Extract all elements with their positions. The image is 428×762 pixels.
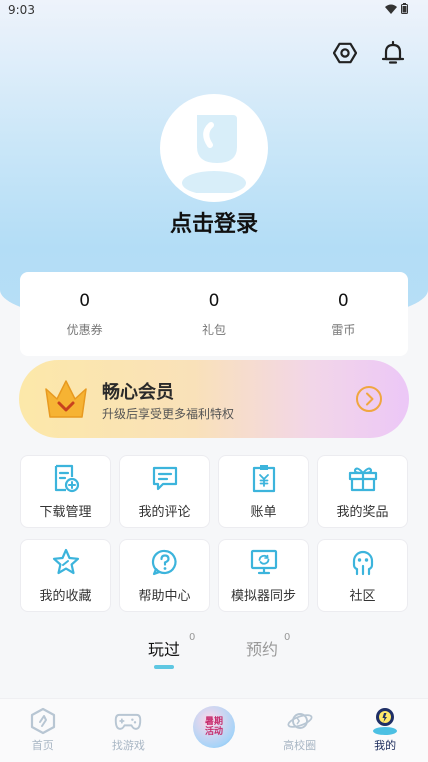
nav-label: 我的 xyxy=(374,739,397,752)
stat-value: 0 xyxy=(208,290,220,311)
comment-icon xyxy=(152,466,177,491)
menu-help-center[interactable]: 帮助中心 xyxy=(119,539,210,612)
battery-icon xyxy=(401,3,408,14)
menu-label: 账单 xyxy=(250,505,277,520)
stat-gift-packs[interactable]: 0 礼包 xyxy=(149,272,278,356)
stat-label: 雷币 xyxy=(331,322,356,337)
settings-button[interactable] xyxy=(330,38,360,68)
nav-mine[interactable]: 我的 xyxy=(342,699,428,762)
nav-label: 找游戏 xyxy=(111,739,145,752)
home-icon xyxy=(30,707,55,735)
menu-label: 模拟器同步 xyxy=(230,589,296,604)
stat-label: 优惠券 xyxy=(66,322,103,337)
event-badge-icon: 暑期 活动 xyxy=(192,706,235,748)
wifi-icon xyxy=(385,4,397,14)
menu-emulator-sync[interactable]: 模拟器同步 xyxy=(218,539,309,612)
stat-label: 礼包 xyxy=(201,322,226,337)
tab-label: 预约 xyxy=(246,640,279,659)
bell-icon xyxy=(381,40,405,64)
history-tabs: 玩过 0 预约 0 xyxy=(0,632,428,676)
menu-my-favorites[interactable]: 我的收藏 xyxy=(20,539,111,612)
bottom-navigation: 首页 找游戏 暑期 活动 高校圈 我的 xyxy=(0,698,428,762)
gift-icon xyxy=(348,467,377,492)
tab-count: 0 xyxy=(284,632,291,643)
vip-subtitle: 升级后享受更多福利特权 xyxy=(102,407,235,421)
nav-label: 高校圈 xyxy=(283,739,317,752)
emulator-sync-icon xyxy=(250,549,277,575)
crown-icon xyxy=(45,380,87,418)
download-manage-icon xyxy=(54,464,79,493)
menu-bill[interactable]: 账单 xyxy=(218,455,309,528)
profile-icon xyxy=(373,708,398,735)
status-bar: 9:03 xyxy=(0,0,428,20)
menu-label: 社区 xyxy=(349,589,376,604)
tab-reserved[interactable]: 预约 0 xyxy=(246,632,290,660)
stats-card: 0 优惠券 0 礼包 0 雷币 xyxy=(20,272,408,356)
menu-my-prizes[interactable]: 我的奖品 xyxy=(317,455,408,528)
menu-label: 下载管理 xyxy=(39,505,92,520)
menu-label: 帮助中心 xyxy=(138,589,191,604)
vip-title: 畅心会员 xyxy=(102,382,174,403)
help-icon xyxy=(151,549,177,576)
settings-hexagon-icon xyxy=(333,42,357,64)
tab-label: 玩过 xyxy=(148,640,181,659)
community-icon xyxy=(352,550,373,576)
bill-icon xyxy=(252,465,275,493)
nav-campus-circle[interactable]: 高校圈 xyxy=(257,699,343,762)
menu-community[interactable]: 社区 xyxy=(317,539,408,612)
tab-played[interactable]: 玩过 0 xyxy=(148,632,195,660)
menu-label: 我的评论 xyxy=(138,505,191,520)
menu-download-manage[interactable]: 下载管理 xyxy=(20,455,111,528)
gamepad-icon xyxy=(115,713,142,730)
menu-my-comments[interactable]: 我的评论 xyxy=(119,455,210,528)
login-prompt[interactable]: 点击登录 xyxy=(0,206,428,238)
planet-icon xyxy=(287,713,313,729)
avatar[interactable] xyxy=(160,94,268,202)
vip-membership-banner[interactable]: 畅心会员 升级后享受更多福利特权 xyxy=(19,360,409,438)
star-icon xyxy=(52,548,79,575)
feature-menu-grid: 下载管理 我的评论 账单 我的奖品 我的收藏 帮助中心 模拟器同步 社区 xyxy=(20,455,408,612)
default-avatar-icon xyxy=(182,115,246,193)
status-time: 9:03 xyxy=(8,3,35,17)
menu-label: 我的奖品 xyxy=(336,505,389,520)
event-badge-text: 暑期 xyxy=(204,717,223,727)
status-icons xyxy=(385,3,408,14)
notification-button[interactable] xyxy=(378,38,408,68)
stat-coins[interactable]: 0 雷币 xyxy=(279,272,408,356)
chevron-right-circle-icon xyxy=(356,386,382,412)
nav-find-games[interactable]: 找游戏 xyxy=(86,699,172,762)
nav-summer-event[interactable]: 暑期 活动 xyxy=(171,699,257,762)
menu-label: 我的收藏 xyxy=(39,589,92,604)
nav-label: 首页 xyxy=(31,739,54,752)
stat-coupons[interactable]: 0 优惠券 xyxy=(20,272,149,356)
nav-home[interactable]: 首页 xyxy=(0,699,86,762)
active-tab-indicator xyxy=(154,665,174,669)
stat-value: 0 xyxy=(337,290,349,311)
stat-value: 0 xyxy=(79,290,91,311)
tab-count: 0 xyxy=(189,632,196,643)
event-badge-text: 活动 xyxy=(204,727,223,737)
